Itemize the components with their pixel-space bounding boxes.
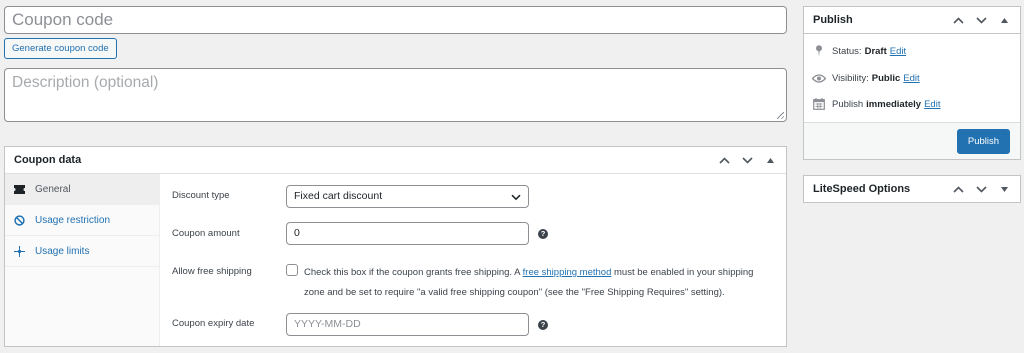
help-icon[interactable]: ? [538, 229, 548, 239]
visibility-edit-link[interactable]: Edit [903, 73, 919, 84]
general-fields: Discount type Fixed cart discount Coupon… [160, 174, 786, 346]
publish-header: Publish [804, 7, 1020, 34]
move-down-icon[interactable] [970, 7, 993, 34]
coupon-code-input[interactable]: Coupon code [4, 6, 787, 34]
ticket-icon [13, 183, 25, 195]
expiry-date-placeholder: YYYY-MM-DD [294, 318, 361, 330]
move-down-icon[interactable] [736, 147, 759, 174]
discount-type-label: Discount type [172, 190, 230, 201]
pin-icon [812, 45, 826, 57]
visibility-value: Public [871, 72, 901, 84]
publish-panel: Publish Status: Draft Edit Visibility: P… [803, 6, 1021, 160]
tab-usage-restriction-label: Usage restriction [35, 214, 111, 226]
publish-button[interactable]: Publish [957, 129, 1010, 154]
eye-icon [812, 72, 826, 84]
free-shipping-text-before: Check this box if the coupon grants free… [304, 267, 523, 278]
expiry-date-label: Coupon expiry date [172, 318, 255, 329]
collapse-toggle-icon[interactable] [759, 147, 782, 174]
help-icon[interactable]: ? [538, 320, 548, 330]
tab-general-label: General [35, 183, 71, 195]
publish-title: Publish [813, 14, 853, 26]
description-placeholder: Description (optional) [12, 74, 159, 91]
calendar-icon [812, 98, 826, 110]
status-value: Draft [864, 45, 887, 57]
status-row: Status: Draft Edit [812, 45, 906, 57]
tab-usage-restriction[interactable]: Usage restriction [5, 205, 159, 236]
litespeed-options-panel: LiteSpeed Options [803, 175, 1021, 203]
discount-type-select[interactable]: Fixed cart discount [286, 185, 529, 208]
tab-general[interactable]: General [5, 174, 159, 205]
coupon-data-tabs: General Usage restriction Usage limits [5, 174, 160, 346]
tab-usage-limits-label: Usage limits [35, 245, 90, 257]
coupon-amount-value: 0 [294, 227, 300, 239]
move-up-icon[interactable] [713, 147, 736, 174]
coupon-data-title: Coupon data [14, 154, 82, 166]
collapse-toggle-icon[interactable] [993, 7, 1016, 34]
expand-toggle-icon[interactable] [993, 176, 1016, 203]
coupon-amount-input[interactable]: 0 [286, 222, 529, 245]
schedule-edit-link[interactable]: Edit [924, 99, 940, 110]
status-edit-link[interactable]: Edit [890, 46, 906, 57]
generate-coupon-code-button[interactable]: Generate coupon code [4, 38, 117, 59]
coupon-data-panel: Coupon data General Usage restriction Us… [4, 146, 787, 347]
chevron-down-icon [511, 192, 521, 205]
crosshair-icon [13, 245, 25, 257]
status-label: Status: [832, 45, 862, 57]
visibility-label: Visibility: [832, 72, 869, 84]
free-shipping-checkbox[interactable] [286, 264, 298, 276]
litespeed-options-title: LiteSpeed Options [813, 183, 911, 195]
resize-handle[interactable] [777, 112, 784, 119]
expiry-date-input[interactable]: YYYY-MM-DD [286, 313, 529, 336]
move-down-icon[interactable] [970, 176, 993, 203]
coupon-amount-label: Coupon amount [172, 228, 240, 239]
free-shipping-description: Check this box if the coupon grants free… [304, 263, 774, 303]
schedule-label: Publish [832, 98, 864, 110]
discount-type-value: Fixed cart discount [294, 190, 383, 202]
tab-usage-limits[interactable]: Usage limits [5, 236, 159, 267]
visibility-row: Visibility: Public Edit [812, 72, 920, 84]
block-icon [13, 214, 25, 226]
free-shipping-method-link[interactable]: free shipping method [523, 267, 612, 278]
move-up-icon[interactable] [947, 7, 970, 34]
schedule-row: Publish immediately Edit [812, 98, 940, 110]
description-textarea[interactable]: Description (optional) [4, 68, 787, 122]
publish-actions: Publish [804, 122, 1020, 159]
coupon-code-placeholder: Coupon code [12, 10, 114, 29]
schedule-value: immediately [866, 98, 922, 110]
move-up-icon[interactable] [947, 176, 970, 203]
free-shipping-label: Allow free shipping [172, 266, 252, 277]
litespeed-options-header[interactable]: LiteSpeed Options [804, 176, 1020, 203]
coupon-data-header: Coupon data [5, 147, 786, 174]
